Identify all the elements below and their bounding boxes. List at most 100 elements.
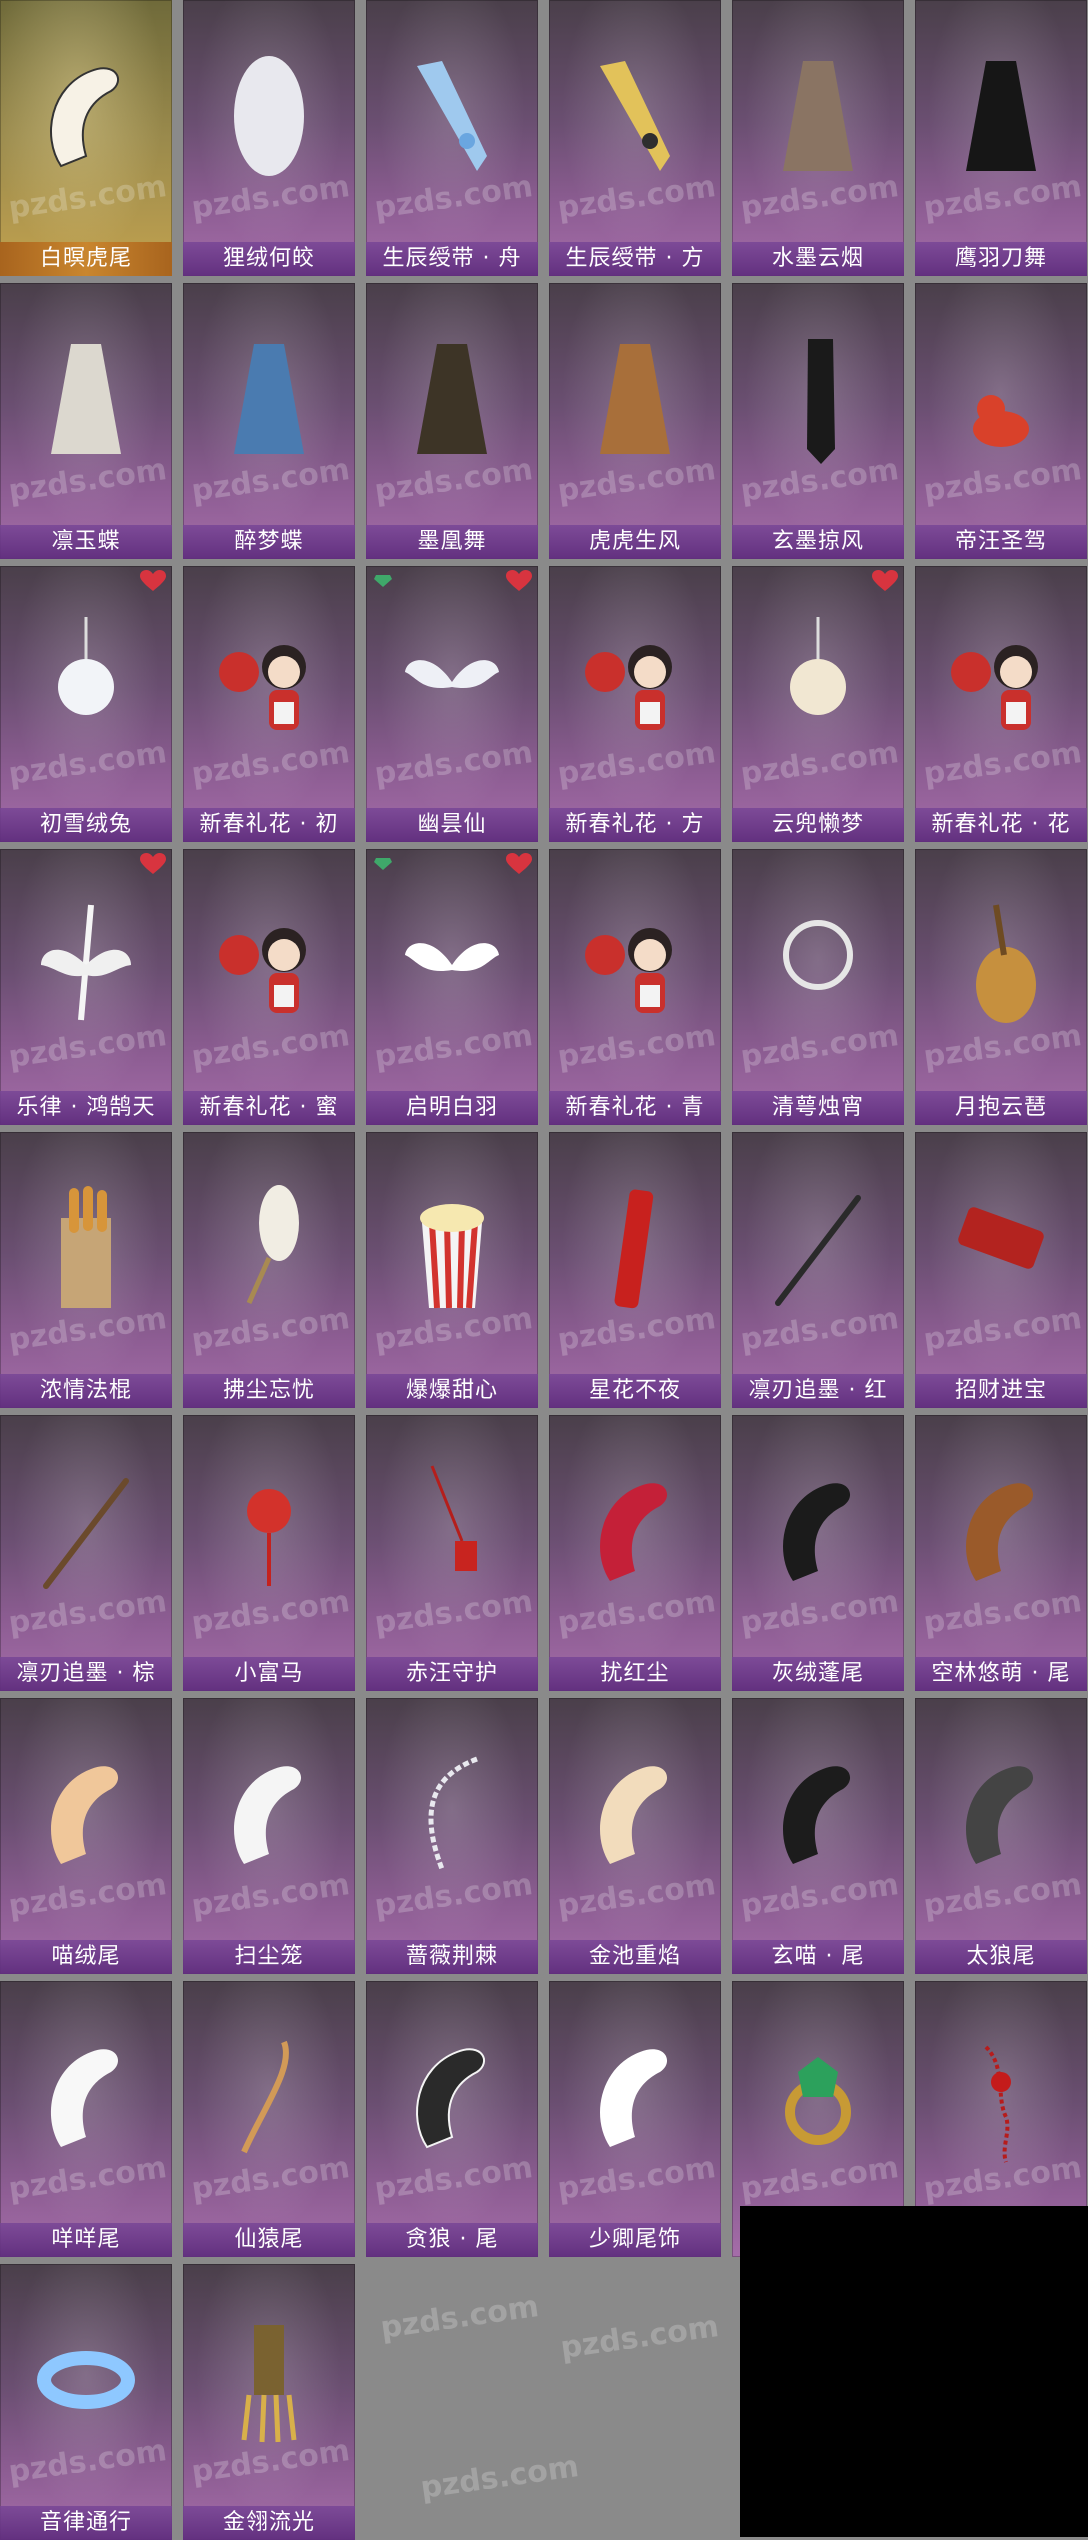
item-card[interactable]: pzds.com 太狼尾 (915, 1698, 1087, 1974)
item-name: 生辰绶带 · 舟 (366, 242, 538, 276)
heart-icon (140, 853, 166, 875)
item-card[interactable]: pzds.com 白暝虎尾 (0, 0, 172, 276)
item-card[interactable]: pzds.com 星花不夜 (549, 1132, 721, 1408)
tiger-costume-icon (580, 329, 690, 469)
item-name: 幽昙仙 (366, 808, 538, 842)
red-tail-icon (580, 1461, 690, 1601)
item-card[interactable]: pzds.com 帝汪圣驾 (915, 283, 1087, 559)
item-name: 月抱云琶 (915, 1091, 1087, 1125)
item-card[interactable]: pzds.com 贪狼 · 尾 (366, 1981, 538, 2257)
item-card[interactable]: pzds.com 墨凰舞 (366, 283, 538, 559)
item-card[interactable]: pzds.com 扫尘笼 (183, 1698, 355, 1974)
item-card[interactable]: pzds.com 小富马 (183, 1415, 355, 1691)
item-name: 初雪绒兔 (0, 808, 172, 842)
monkey-tail-icon (214, 2027, 324, 2167)
item-card[interactable]: pzds.com 幽昙仙 (366, 566, 538, 842)
item-card[interactable]: pzds.com 新春礼花 · 花 (915, 566, 1087, 842)
popcorn-icon (397, 1178, 507, 1318)
item-name: 新春礼花 · 花 (915, 808, 1087, 842)
item-card[interactable]: pzds.com 生辰绶带 · 舟 (366, 0, 538, 276)
black-feather-icon (946, 46, 1056, 186)
item-card[interactable]: pzds.com 招财进宝 (915, 1132, 1087, 1408)
item-card[interactable]: pzds.com 玄墨掠风 (732, 283, 904, 559)
item-name: 贪狼 · 尾 (366, 2223, 538, 2257)
item-name: 虎虎生风 (549, 525, 721, 559)
item-name: 金翎流光 (183, 2506, 355, 2540)
item-name: 少卿尾饰 (549, 2223, 721, 2257)
gem-icon (374, 855, 392, 870)
item-card[interactable]: pzds.com 拂尘忘忧 (183, 1132, 355, 1408)
item-card[interactable]: pzds.com 初雪绒兔 (0, 566, 172, 842)
snow-rabbit-charm-icon (31, 612, 141, 752)
item-card[interactable]: pzds.com 金池重焰 (549, 1698, 721, 1974)
item-card[interactable]: pzds.com 少卿尾饰 (549, 1981, 721, 2257)
item-name: 空林悠萌 · 尾 (915, 1657, 1087, 1691)
item-card[interactable]: pzds.com 玄喵 · 尾 (732, 1698, 904, 1974)
item-card[interactable]: pzds.com 扰红尘 (549, 1415, 721, 1691)
item-name: 醉梦蝶 (183, 525, 355, 559)
baguette-bag-icon (31, 1178, 141, 1318)
item-card[interactable]: pzds.com 灰绒蓬尾 (732, 1415, 904, 1691)
cream-tail-icon (580, 1744, 690, 1884)
item-name: 浓情法棍 (0, 1374, 172, 1408)
item-name: 狸绒何皎 (183, 242, 355, 276)
white-tiger-tail-icon (31, 46, 141, 186)
item-card[interactable]: pzds.com 金翎流光 (183, 2264, 355, 2540)
item-card[interactable]: pzds.com 启明白羽 (366, 849, 538, 1125)
white-puff-tail-icon (31, 2027, 141, 2167)
red-fox-charm-icon (946, 329, 1056, 469)
chibi-fan-icon (580, 612, 690, 752)
lotus-wreath-icon (763, 895, 873, 1035)
item-card[interactable]: pzds.com 清萼烛宵 (732, 849, 904, 1125)
item-card[interactable]: pzds.com 蔷薇荆棘 (366, 1698, 538, 1974)
item-name: 太狼尾 (915, 1940, 1087, 1974)
item-name: 星花不夜 (549, 1374, 721, 1408)
item-card[interactable]: pzds.com 生辰绶带 · 方 (549, 0, 721, 276)
item-card[interactable]: pzds.com 鹰羽刀舞 (915, 0, 1087, 276)
item-name: 白暝虎尾 (0, 242, 172, 276)
item-card[interactable]: pzds.com 新春礼花 · 方 (549, 566, 721, 842)
item-name: 凛刃追墨 · 棕 (0, 1657, 172, 1691)
item-card[interactable]: pzds.com 凛刃追墨 · 棕 (0, 1415, 172, 1691)
item-card[interactable]: pzds.com 咩咩尾 (0, 1981, 172, 2257)
item-name: 扫尘笼 (183, 1940, 355, 1974)
item-card[interactable]: pzds.com 乐律 · 鸿鹄天 (0, 849, 172, 1125)
item-name: 新春礼花 · 初 (183, 808, 355, 842)
chibi-fan-icon (214, 895, 324, 1035)
dark-phoenix-wings-icon (397, 329, 507, 469)
item-card[interactable]: pzds.com 醉梦蝶 (183, 283, 355, 559)
watermark-text: pzds.com (378, 2289, 541, 2346)
chibi-fan-icon (214, 612, 324, 752)
item-card[interactable]: pzds.com 音律通行 (0, 2264, 172, 2540)
item-card[interactable]: pzds.com 水墨云烟 (732, 0, 904, 276)
white-long-tail-icon (580, 2027, 690, 2167)
item-card[interactable]: pzds.com 虎虎生风 (549, 283, 721, 559)
item-name: 鹰羽刀舞 (915, 242, 1087, 276)
item-card[interactable]: pzds.com 爆爆甜心 (366, 1132, 538, 1408)
item-card[interactable]: pzds.com 凛玉蝶 (0, 283, 172, 559)
item-card[interactable]: pzds.com 喵绒尾 (0, 1698, 172, 1974)
blue-ribbon-icon (397, 46, 507, 186)
item-card[interactable]: pzds.com 空林悠萌 · 尾 (915, 1415, 1087, 1691)
bone-tail-icon (397, 1744, 507, 1884)
item-name: 凛玉蝶 (0, 525, 172, 559)
item-card[interactable]: pzds.com 月抱云琶 (915, 849, 1087, 1125)
raccoon-tail-icon (946, 1461, 1056, 1601)
red-bead-string-icon (946, 2027, 1056, 2167)
item-name: 乐律 · 鸿鹄天 (0, 1091, 172, 1125)
item-card[interactable]: pzds.com 新春礼花 · 蜜 (183, 849, 355, 1125)
item-card[interactable]: pzds.com 仙猿尾 (183, 1981, 355, 2257)
item-card[interactable]: pzds.com 凛刃追墨 · 红 (732, 1132, 904, 1408)
item-card[interactable]: pzds.com 狸绒何皎 (183, 0, 355, 276)
chibi-fan-icon (946, 612, 1056, 752)
item-card[interactable]: pzds.com 浓情法棍 (0, 1132, 172, 1408)
item-card[interactable]: pzds.com 新春礼花 · 青 (549, 849, 721, 1125)
item-card[interactable]: pzds.com 云兜懒梦 (732, 566, 904, 842)
winged-guitar-icon (31, 895, 141, 1035)
black-banner-icon (763, 329, 873, 469)
item-card[interactable]: pzds.com 赤汪守护 (366, 1415, 538, 1691)
item-card[interactable]: pzds.com 新春礼花 · 初 (183, 566, 355, 842)
angel-wings-icon (397, 895, 507, 1035)
item-name: 玄喵 · 尾 (732, 1940, 904, 1974)
white-butterfly-wings-icon (31, 329, 141, 469)
